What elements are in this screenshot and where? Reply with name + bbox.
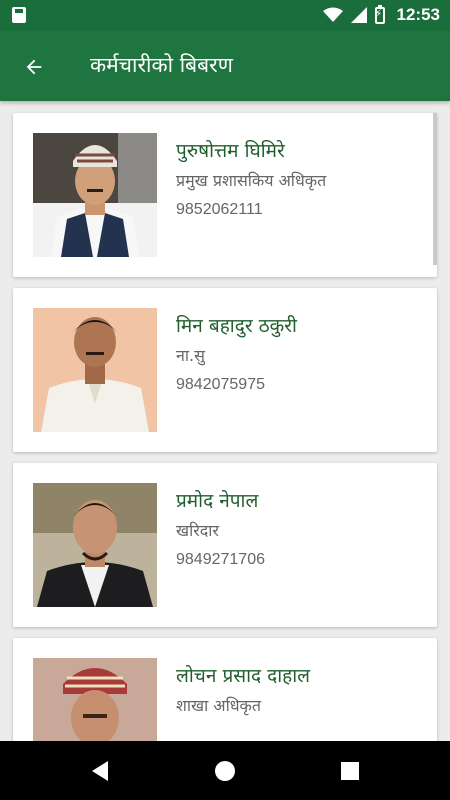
circle-home-icon [215,760,235,781]
nav-home-button[interactable] [195,741,255,800]
employee-photo [33,483,157,607]
employee-card[interactable]: पुरुषोत्तम घिमिरे प्रमुख प्रशासकिय अधिकृ… [13,113,437,277]
back-button[interactable] [14,47,54,87]
nav-recents-button[interactable] [320,741,380,800]
wifi-icon [322,7,343,22]
employee-list[interactable]: पुरुषोत्तम घिमिरे प्रमुख प्रशासकिय अधिकृ… [0,101,450,741]
employee-card[interactable]: मिन बहादुर ठकुरी ना.सु 9842075975 [13,288,437,452]
square-recents-icon [341,761,359,780]
employee-name: लोचन प्रसाद दाहाल [176,665,311,687]
employee-photo [33,133,157,257]
employee-photo [33,308,157,432]
signal-icon [350,7,367,23]
arrow-back-icon [26,59,42,75]
employee-name: प्रमोद नेपाल [176,490,259,512]
employee-post: ना.सु [176,346,205,365]
triangle-back-icon [92,760,108,781]
system-nav-bar [0,741,450,800]
nav-back-button[interactable] [70,741,130,800]
employee-name: मिन बहादुर ठकुरी [176,315,297,337]
employee-photo [33,658,157,741]
employee-name: पुरुषोत्तम घिमिरे [176,140,285,162]
page-title: कर्मचारीको बिबरण [90,53,233,77]
employee-phone[interactable]: 9852062111 [176,201,263,219]
scrollbar[interactable] [433,113,437,265]
employee-post: प्रमुख प्रशासकिय अधिकृत [176,171,327,190]
status-time: 12:53 [396,5,440,24]
employee-card[interactable]: लोचन प्रसाद दाहाल शाखा अधिकृत [13,638,437,741]
app-bar: कर्मचारीको बिबरण [0,30,450,101]
status-bar: 12:53 [0,0,450,30]
employee-phone[interactable]: 9849271706 [176,551,265,569]
employee-post: शाखा अधिकृत [176,696,261,715]
employee-phone[interactable]: 9842075975 [176,376,265,394]
employee-card[interactable]: प्रमोद नेपाल खरिदार 9849271706 [13,463,437,627]
employee-post: खरिदार [176,521,219,540]
sd-card-icon [12,7,26,23]
battery-charging-icon [374,4,385,24]
